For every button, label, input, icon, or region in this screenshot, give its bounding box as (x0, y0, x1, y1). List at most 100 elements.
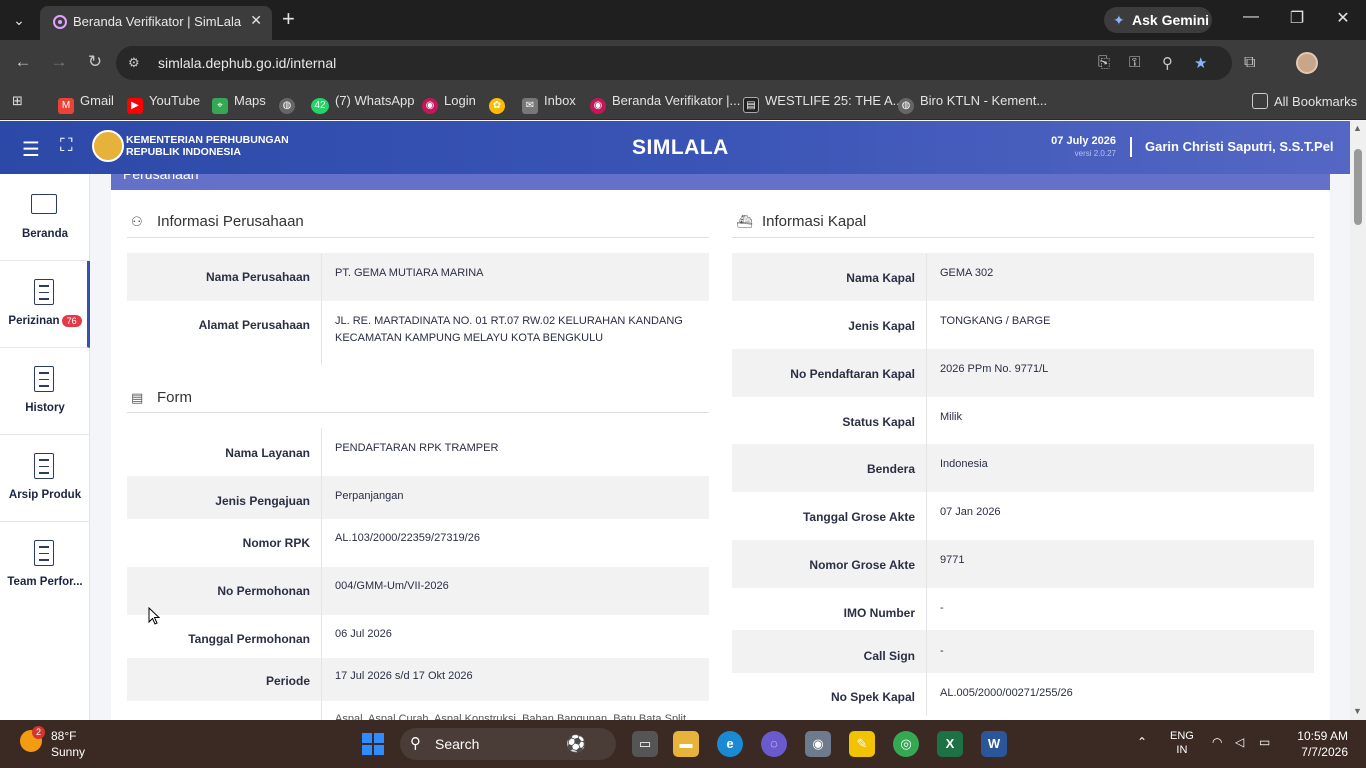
taskbar-search[interactable]: ⚲ Search ⚽ (400, 728, 616, 760)
site-info-icon[interactable]: ⚙ (128, 55, 140, 71)
wifi-icon[interactable]: ◠ (1212, 735, 1222, 749)
sidebar-item-perizinan[interactable]: Perizinan 76 (0, 261, 90, 348)
row-nama-layanan: Nama Layanan PENDAFTARAN RPK TRAMPER (127, 428, 709, 476)
word-icon[interactable]: W (981, 731, 1007, 757)
sidebar-item-history[interactable]: History (0, 348, 90, 435)
bookmark-biro-ktln[interactable]: ◍ Biro KTLN - Kement... (898, 93, 1047, 114)
fullscreen-icon[interactable]: ⛶ (60, 135, 73, 156)
bookmark-whatsapp[interactable]: 42 (7) WhatsApp (311, 93, 414, 114)
sidebar-item-team-performance[interactable]: Team Perfor... (0, 522, 90, 609)
edge-browser-icon[interactable]: e (717, 731, 743, 757)
extensions-puzzle-icon[interactable]: ⧉ (1244, 54, 1255, 72)
forward-arrow-icon[interactable]: → (47, 52, 71, 72)
tab-close-icon[interactable]: ✕ (250, 12, 262, 29)
tray-overflow-chevron-icon[interactable]: ⌃ (1137, 735, 1147, 749)
mouse-cursor-icon (148, 607, 160, 625)
task-view-icon[interactable]: ▭ (632, 731, 658, 757)
field-value: 9771 (940, 554, 965, 566)
scroll-up-arrow-icon[interactable]: ▲ (1353, 123, 1362, 133)
install-app-icon[interactable]: ⎘ (1098, 54, 1110, 71)
field-label: Status Kapal (842, 415, 915, 429)
restore-icon[interactable]: ❐ (1282, 8, 1312, 28)
sidebar-item-beranda[interactable]: Beranda (0, 174, 90, 261)
apps-grid-icon[interactable]: ⊞ (12, 93, 23, 109)
youtube-icon: ▶ (127, 98, 143, 114)
westlife-icon: ▤ (743, 97, 759, 113)
beranda-favicon-icon: ◉ (590, 98, 606, 114)
minimize-icon[interactable]: — (1236, 8, 1266, 26)
weather-temperature[interactable]: 88°F (51, 729, 76, 743)
field-value: PENDAFTARAN RPK TRAMPER (335, 442, 499, 454)
hamburger-menu-icon[interactable]: ☰ (22, 137, 40, 162)
excel-icon[interactable]: X (937, 731, 963, 757)
field-value: GEMA 302 (940, 267, 994, 279)
field-value: Perpanjangan (335, 490, 404, 502)
chrome-icon[interactable]: ◎ (893, 731, 919, 757)
bookmark-maps[interactable]: ⌖ Maps (212, 93, 266, 114)
field-value: PT. GEMA MUTIARA MARINA (335, 267, 484, 279)
sidebar-item-label: Arsip Produk (8, 489, 82, 501)
sidebar-item-label: Perizinan 76 (0, 315, 90, 327)
zoom-icon[interactable]: ⚲ (1162, 54, 1173, 72)
row-alamat-perusahaan: Alamat Perusahaan JL. RE. MARTADINATA NO… (127, 301, 709, 365)
bookmark-gmail[interactable]: M Gmail (58, 93, 114, 114)
field-label: Alamat Perusahaan (198, 318, 310, 332)
input-language[interactable]: ENG IN (1170, 729, 1194, 757)
window-close-icon[interactable]: ✕ (1328, 8, 1358, 28)
sidebar-item-label: History (25, 402, 65, 414)
reload-icon[interactable]: ↻ (83, 52, 107, 72)
field-value: AL.005/2000/00271/255/26 (940, 687, 1073, 699)
camera-app-icon[interactable]: ◉ (805, 731, 831, 757)
main-content: Perusahaan ⚇ Informasi Perusahaan Nama Pe… (91, 174, 1350, 720)
page-scrollbar[interactable]: ▲ ▼ (1350, 121, 1366, 720)
field-value: - (940, 645, 944, 657)
weather-notification-badge: 2 (32, 726, 45, 739)
field-value: 17 Jul 2026 s/d 17 Okt 2026 (335, 670, 473, 682)
windows-start-icon[interactable] (362, 733, 384, 755)
globe-icon: ◍ (898, 98, 914, 114)
tab-search-chevron-icon[interactable]: ⌄ (6, 8, 32, 32)
field-value: 07 Jan 2026 (940, 506, 1001, 518)
bookmark-pinwheel[interactable]: ✿ (489, 93, 511, 114)
battery-icon[interactable]: ▭ (1259, 735, 1270, 749)
copilot-icon[interactable]: ◌ (761, 731, 787, 757)
bookmark-globe[interactable]: ◍ (279, 93, 301, 114)
gmail-icon: M (58, 98, 74, 114)
user-name[interactable]: Garin Christi Saputri, S.S.T.Pel (1145, 139, 1334, 154)
bookmark-beranda[interactable]: ◉ Beranda Verifikator |... (590, 93, 740, 114)
system-clock[interactable]: 10:59 AM 7/7/2026 (1288, 728, 1348, 760)
header-divider (1130, 137, 1132, 157)
bookmark-youtube[interactable]: ▶ YouTube (127, 93, 200, 114)
field-label: Bendera (866, 462, 915, 476)
row-periode: Periode 17 Jul 2026 s/d 17 Okt 2026 (127, 658, 709, 701)
back-arrow-icon[interactable]: ← (11, 52, 35, 72)
file-explorer-icon[interactable]: ▬ (673, 731, 699, 757)
profile-avatar[interactable] (1296, 52, 1318, 74)
sidebar: Beranda Perizinan 76 History Arsip Produk… (0, 174, 90, 720)
scroll-down-arrow-icon[interactable]: ▼ (1353, 706, 1362, 716)
browser-toolbar: ← → ↻ ⚙ simlala.dephub.go.id/internal ⎘ … (0, 40, 1366, 86)
bookmark-westlife[interactable]: ▤ WESTLIFE 25: THE A... (743, 93, 903, 113)
ask-gemini-button[interactable]: ✦ Ask Gemini (1104, 7, 1212, 33)
field-label: Nama Perusahaan (205, 270, 310, 284)
bookmark-star-icon[interactable]: ★ (1194, 54, 1207, 72)
browser-tab-active[interactable]: Beranda Verifikator | SimLala ✕ (40, 6, 272, 40)
bookmark-login[interactable]: ◉ Login (422, 93, 476, 114)
weather-description[interactable]: Sunny (51, 745, 85, 759)
field-label: No Pendaftaran Kapal (790, 367, 915, 381)
sticky-notes-icon[interactable]: ✎ (849, 731, 875, 757)
address-bar[interactable]: ⚙ simlala.dephub.go.id/internal ⎘ ⚿ ⚲ ★ (116, 46, 1232, 80)
new-tab-button[interactable]: + (282, 6, 295, 32)
bookmark-inbox[interactable]: ✉ Inbox (522, 93, 576, 114)
panel-title: Perusahaan (123, 174, 199, 182)
sidebar-item-arsip-produk[interactable]: Arsip Produk (0, 435, 90, 522)
all-bookmarks[interactable]: All Bookmarks (1252, 93, 1357, 109)
field-label: IMO Number (843, 606, 915, 620)
ministry-name: KEMENTERIAN PERHUBUNGAN REPUBLIK INDONES… (126, 134, 289, 158)
volume-icon[interactable]: ◁ (1235, 735, 1244, 749)
scrollbar-thumb[interactable] (1354, 149, 1362, 225)
field-value: 06 Jul 2026 (335, 628, 392, 640)
field-label: Nama Kapal (846, 271, 915, 285)
simlala-favicon-icon (53, 15, 67, 29)
password-key-icon[interactable]: ⚿ (1129, 54, 1140, 71)
